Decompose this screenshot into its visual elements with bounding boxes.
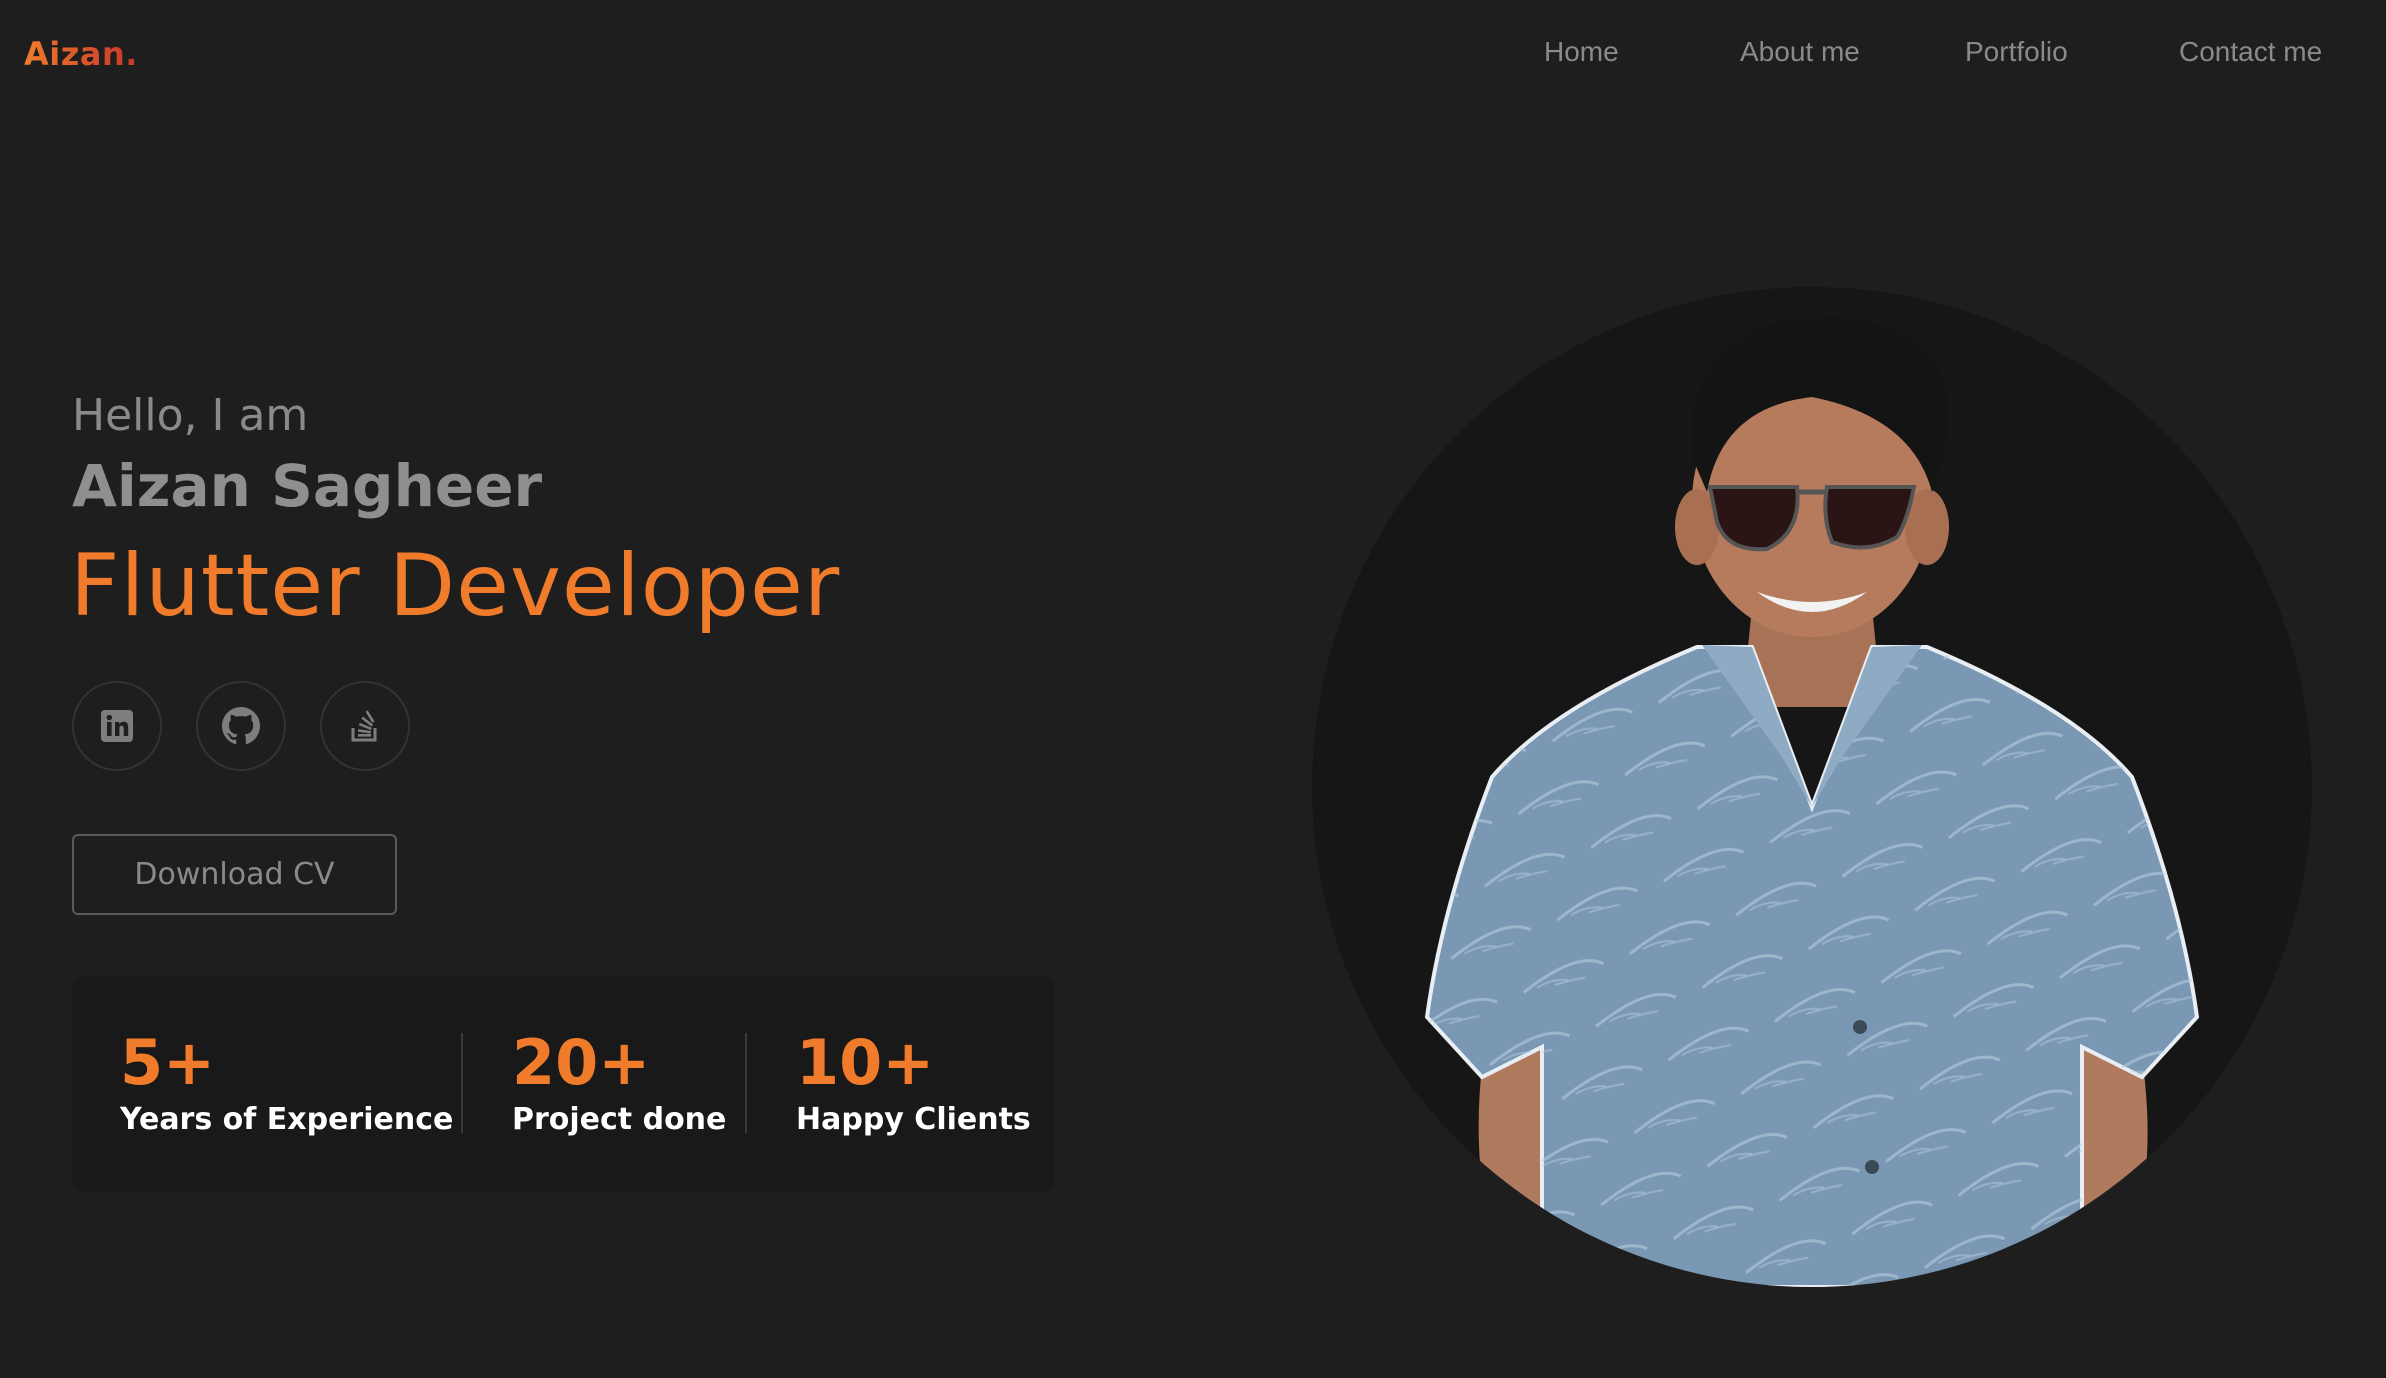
logo[interactable]: Aizan. bbox=[24, 32, 138, 76]
linkedin-button[interactable] bbox=[72, 681, 162, 771]
linkedin-icon bbox=[100, 709, 134, 743]
developer-name: Aizan Sagheer bbox=[72, 452, 543, 520]
portfolio-page: Aizan. Home About me Portfolio Contact m… bbox=[0, 0, 2386, 1378]
stat-label: Years of Experience bbox=[120, 1102, 454, 1137]
developer-role: Flutter Developer bbox=[70, 536, 841, 636]
stat-label: Happy Clients bbox=[796, 1102, 1031, 1137]
stat-divider bbox=[461, 1033, 463, 1133]
nav-home[interactable]: Home bbox=[1544, 30, 1619, 74]
stack-overflow-icon bbox=[349, 708, 381, 744]
greeting-text: Hello, I am bbox=[72, 390, 309, 441]
download-cv-button[interactable]: Download CV bbox=[72, 834, 397, 915]
nav-contact-me[interactable]: Contact me bbox=[2179, 30, 2322, 74]
github-icon bbox=[222, 707, 260, 745]
stat-label: Project done bbox=[512, 1102, 727, 1137]
stat-clients: 10+ Happy Clients bbox=[796, 1028, 1031, 1140]
nav-about-me[interactable]: About me bbox=[1740, 30, 1860, 74]
stat-value: 20+ bbox=[512, 1026, 651, 1099]
stat-divider bbox=[745, 1033, 747, 1133]
main-nav: Home About me Portfolio Contact me bbox=[1500, 30, 2360, 74]
stat-value: 10+ bbox=[796, 1026, 935, 1099]
stat-projects: 20+ Project done bbox=[512, 1028, 726, 1140]
stat-experience: 5+ Years of Experience bbox=[120, 1028, 453, 1140]
github-button[interactable] bbox=[196, 681, 286, 771]
stats-panel: 5+ Years of Experience 20+ Project done … bbox=[72, 976, 1054, 1192]
stat-value: 5+ bbox=[120, 1026, 216, 1099]
profile-photo bbox=[1312, 287, 2312, 1287]
stack-overflow-button[interactable] bbox=[320, 681, 410, 771]
nav-portfolio[interactable]: Portfolio bbox=[1965, 30, 2068, 74]
